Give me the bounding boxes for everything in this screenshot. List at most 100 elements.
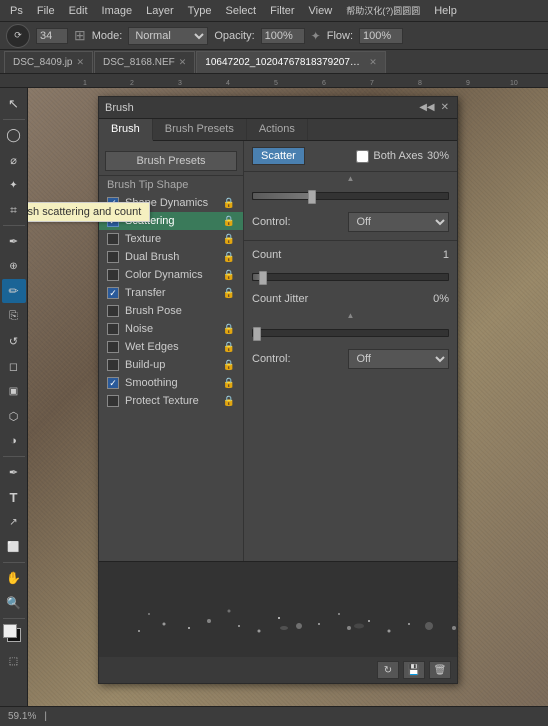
shape-dynamics-checkbox[interactable]: ✓ xyxy=(107,197,119,209)
history-brush-tool[interactable]: ↺ xyxy=(2,329,26,353)
both-axes-row: Both Axes 30% xyxy=(356,150,449,163)
protect-texture-checkbox[interactable] xyxy=(107,395,119,407)
count-jitter-slider-track[interactable] xyxy=(252,329,449,337)
brush-item-wet-edges[interactable]: Wet Edges 🔒 xyxy=(99,338,243,356)
menu-ps[interactable]: Ps xyxy=(4,3,29,19)
menu-help[interactable]: Help xyxy=(428,3,463,19)
count-slider-track[interactable] xyxy=(252,273,449,281)
count-jitter-row: Count Jitter 0% xyxy=(244,289,457,309)
brush-presets-btn[interactable]: Brush Presets xyxy=(105,151,237,171)
menu-select[interactable]: Select xyxy=(220,3,263,19)
menu-chinese[interactable]: 帮助汉化(?)圆圆圆 xyxy=(340,2,426,19)
brush-item-dual-brush[interactable]: Dual Brush 🔒 xyxy=(99,248,243,266)
scatter-slider-thumb[interactable] xyxy=(308,190,316,204)
panel-btn-delete[interactable]: 🗑 xyxy=(429,661,451,679)
control-select-1[interactable]: Off xyxy=(348,212,450,232)
panel-btn-cycle[interactable]: ↻ xyxy=(377,661,399,679)
tab-close-1[interactable]: ✕ xyxy=(179,57,187,68)
panel-tab-actions[interactable]: Actions xyxy=(247,119,308,140)
protect-texture-lock: 🔒 xyxy=(223,396,235,407)
smoothing-lock: 🔒 xyxy=(223,378,235,389)
text-tool[interactable]: T xyxy=(2,485,26,509)
blur-tool[interactable]: ⬡ xyxy=(2,404,26,428)
tab-main[interactable]: 10647202_10204767818379207_2909540113386… xyxy=(196,51,386,73)
scattering-checkbox[interactable]: ✓ xyxy=(107,215,119,227)
brush-item-brush-tip[interactable]: Brush Tip Shape xyxy=(99,176,243,194)
tab-dsc8409[interactable]: DSC_8409.jp ✕ xyxy=(4,51,93,73)
ellipse-select-tool[interactable]: ◯ xyxy=(2,123,26,147)
panel-btn-save[interactable]: 💾 xyxy=(403,661,425,679)
menu-edit[interactable]: Edit xyxy=(63,3,94,19)
buildup-checkbox[interactable] xyxy=(107,359,119,371)
gradient-tool[interactable]: ▣ xyxy=(2,379,26,403)
tab-close-2[interactable]: ✕ xyxy=(369,57,377,68)
tab-dsc8168[interactable]: DSC_8168.NEF ✕ xyxy=(94,51,195,73)
brush-item-buildup[interactable]: Build-up 🔒 xyxy=(99,356,243,374)
brush-list-panel: Brush Presets Brush Tip Shape ✓ Shape Dy… xyxy=(99,141,244,561)
transfer-lock: 🔒 xyxy=(223,288,235,299)
panel-collapse-btn[interactable]: ◀◀ xyxy=(417,102,436,113)
quick-select-tool[interactable]: ✦ xyxy=(2,173,26,197)
lasso-tool[interactable]: ⌀ xyxy=(2,148,26,172)
zoom-tool[interactable]: 🔍 xyxy=(2,591,26,615)
brush-tool[interactable]: ✏ xyxy=(2,279,26,303)
brush-pose-checkbox[interactable] xyxy=(107,305,119,317)
brush-panel: Brush ◀◀ ✕ Brush Brush Presets Actions B… xyxy=(98,96,458,684)
control-select-2[interactable]: Off xyxy=(348,349,450,369)
count-slider-thumb[interactable] xyxy=(259,271,267,285)
eyedropper-tool[interactable]: ✒ xyxy=(2,229,26,253)
mode-select[interactable]: Normal xyxy=(128,27,208,45)
menu-image[interactable]: Image xyxy=(96,3,139,19)
menu-view[interactable]: View xyxy=(303,3,339,19)
brush-item-color-dynamics[interactable]: Color Dynamics 🔒 xyxy=(99,266,243,284)
panel-tab-brush-presets[interactable]: Brush Presets xyxy=(153,119,247,140)
texture-checkbox[interactable] xyxy=(107,233,119,245)
scatter-button[interactable]: Scatter xyxy=(252,147,305,165)
scatter-slider-track[interactable] xyxy=(252,192,449,200)
brush-item-texture[interactable]: Texture 🔒 xyxy=(99,230,243,248)
count-slider-row[interactable] xyxy=(244,265,457,289)
brush-item-transfer[interactable]: ✓ Transfer 🔒 xyxy=(99,284,243,302)
brush-item-noise[interactable]: Noise 🔒 xyxy=(99,320,243,338)
noise-checkbox[interactable] xyxy=(107,323,119,335)
dual-brush-checkbox[interactable] xyxy=(107,251,119,263)
brush-item-scattering[interactable]: ✓ Scattering 🔒 xyxy=(99,212,243,230)
clone-tool[interactable]: ⎘ xyxy=(2,304,26,328)
menu-filter[interactable]: Filter xyxy=(264,3,300,19)
color-swatch[interactable] xyxy=(3,624,25,646)
menu-layer[interactable]: Layer xyxy=(140,3,180,19)
panel-close-btn[interactable]: ✕ xyxy=(439,102,451,113)
select-tool[interactable]: ↖ xyxy=(2,92,26,116)
count-jitter-slider-thumb[interactable] xyxy=(253,327,261,341)
transfer-checkbox[interactable]: ✓ xyxy=(107,287,119,299)
brush-item-brush-pose[interactable]: Brush Pose xyxy=(99,302,243,320)
flow-input[interactable] xyxy=(359,28,403,44)
pen-tool[interactable]: ✒ xyxy=(2,460,26,484)
panel-tab-brush[interactable]: Brush xyxy=(99,119,153,141)
dodge-tool[interactable]: ◑ xyxy=(2,429,26,453)
brush-item-protect-texture[interactable]: Protect Texture 🔒 xyxy=(99,392,243,410)
brush-item-smoothing[interactable]: ✓ Smoothing 🔒 xyxy=(99,374,243,392)
scatter-slider-row[interactable] xyxy=(244,184,457,208)
status-bar: 59.1% | xyxy=(0,706,548,726)
tab-close-0[interactable]: ✕ xyxy=(76,57,84,68)
color-dynamics-lock: 🔒 xyxy=(223,270,235,281)
menu-file[interactable]: File xyxy=(31,3,61,19)
wet-edges-checkbox[interactable] xyxy=(107,341,119,353)
spot-heal-tool[interactable]: ⊕ xyxy=(2,254,26,278)
quick-mask-tool[interactable]: ⬚ xyxy=(2,649,26,673)
brush-item-shape-dynamics[interactable]: ✓ Shape Dynamics 🔒 xyxy=(99,194,243,212)
brush-size-input[interactable] xyxy=(36,28,68,44)
crop-tool[interactable]: ⌗ xyxy=(2,198,26,222)
count-jitter-slider-row[interactable] xyxy=(244,321,457,345)
opacity-input[interactable] xyxy=(261,28,305,44)
path-select-tool[interactable]: ↗ xyxy=(2,510,26,534)
eraser-tool[interactable]: ◻ xyxy=(2,354,26,378)
both-axes-checkbox[interactable] xyxy=(356,150,369,163)
hand-tool[interactable]: ✋ xyxy=(2,566,26,590)
menu-type[interactable]: Type xyxy=(182,3,218,19)
smoothing-checkbox[interactable]: ✓ xyxy=(107,377,119,389)
shape-tool[interactable]: ⬜ xyxy=(2,535,26,559)
color-dynamics-checkbox[interactable] xyxy=(107,269,119,281)
brush-preview[interactable]: ⟳ xyxy=(6,24,30,48)
